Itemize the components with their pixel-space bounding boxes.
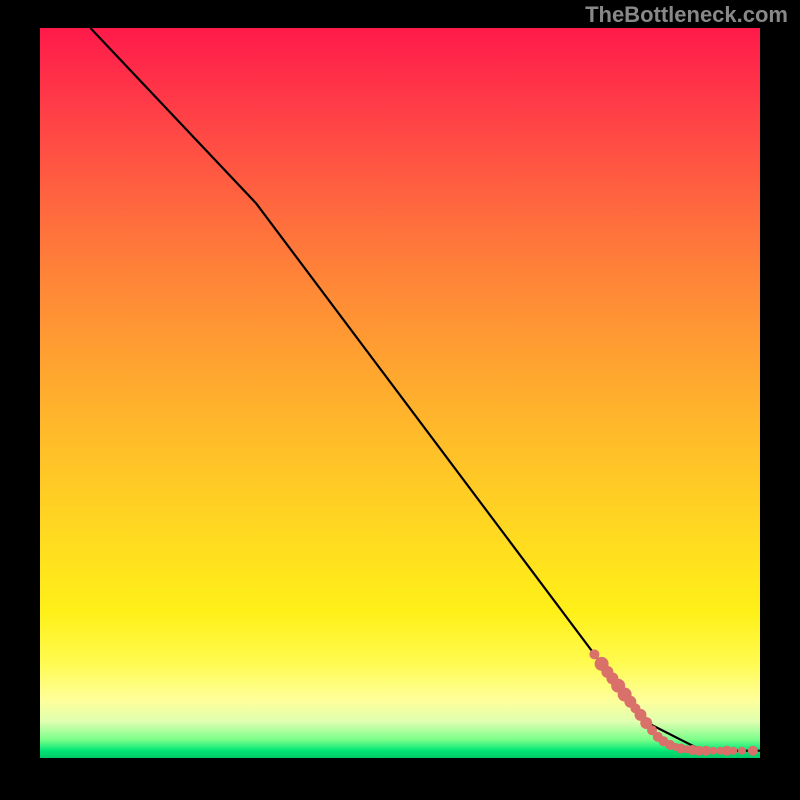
chart-scatter-points	[589, 649, 757, 755]
scatter-point	[709, 747, 717, 755]
chart-plot-area	[40, 28, 760, 758]
scatter-point	[738, 747, 746, 755]
scatter-point	[729, 747, 737, 755]
scatter-point	[589, 649, 599, 659]
chart-overlay-svg	[40, 28, 760, 758]
watermark-text: TheBottleneck.com	[585, 2, 788, 28]
chart-line	[90, 28, 760, 751]
scatter-point	[748, 746, 758, 756]
